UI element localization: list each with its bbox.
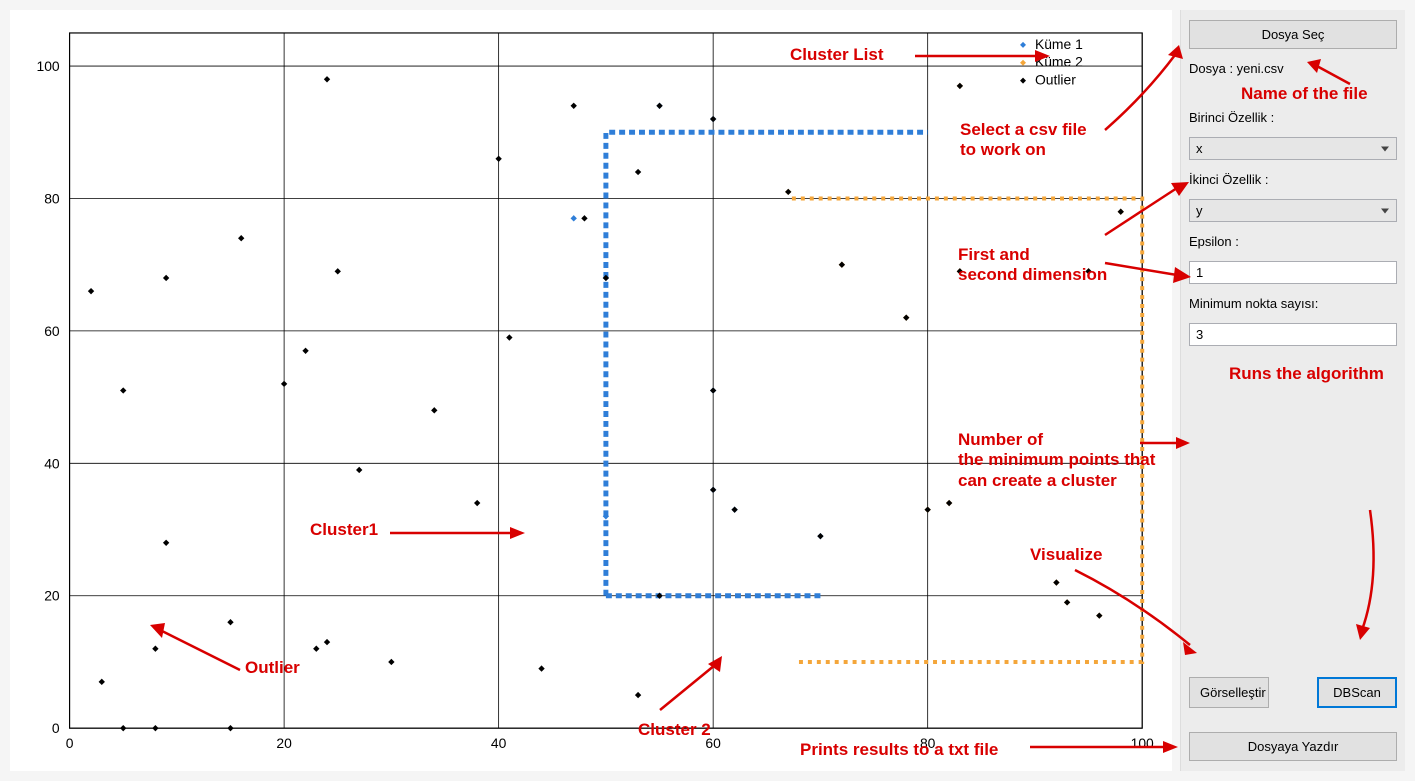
svg-text:40: 40 — [491, 735, 507, 751]
annot-first-second-dim: First andsecond dimension — [958, 245, 1107, 286]
annot-cluster1: Cluster1 — [310, 520, 378, 540]
svg-text:0: 0 — [52, 720, 60, 736]
svg-text:0: 0 — [66, 735, 74, 751]
feature2-label: İkinci Özellik : — [1189, 172, 1397, 187]
svg-text:Outlier: Outlier — [1035, 72, 1076, 88]
annot-name-of-file: Name of the file — [1241, 84, 1415, 104]
annot-runs-algo: Runs the algorithm — [1229, 364, 1415, 384]
minpts-label: Minimum nokta sayısı: — [1189, 296, 1397, 311]
svg-text:20: 20 — [276, 735, 292, 751]
feature1-select-wrap: x — [1189, 137, 1397, 160]
svg-text:40: 40 — [44, 455, 60, 471]
run-dbscan-button[interactable]: DBScan — [1317, 677, 1397, 708]
svg-text:20: 20 — [44, 588, 60, 604]
svg-text:100: 100 — [36, 58, 59, 74]
feature1-label: Birinci Özellik : — [1189, 110, 1397, 125]
svg-text:60: 60 — [44, 323, 60, 339]
svg-text:80: 80 — [44, 190, 60, 206]
epsilon-input[interactable] — [1189, 261, 1397, 284]
svg-text:Küme 2: Küme 2 — [1035, 54, 1083, 70]
chart-area: 020406080100020406080100Küme 1Küme 2Outl… — [10, 10, 1172, 771]
feature2-select[interactable]: y — [1189, 199, 1397, 222]
minpts-input[interactable] — [1189, 323, 1397, 346]
select-file-button[interactable]: Dosya Seç — [1189, 20, 1397, 49]
epsilon-label: Epsilon : — [1189, 234, 1397, 249]
svg-text:100: 100 — [1131, 735, 1154, 751]
svg-text:Küme 1: Küme 1 — [1035, 36, 1083, 52]
control-panel: Dosya Seç Dosya : yeni.csv Name of the f… — [1180, 10, 1405, 771]
file-name-label: Dosya : yeni.csv — [1189, 61, 1397, 76]
annot-visualize: Visualize — [1030, 545, 1102, 565]
annot-select-csv: Select a csv fileto work on — [960, 120, 1087, 161]
annot-cluster2: Cluster 2 — [638, 720, 711, 740]
feature1-select[interactable]: x — [1189, 137, 1397, 160]
print-file-button[interactable]: Dosyaya Yazdır — [1189, 732, 1397, 761]
visualize-button[interactable]: Görselleştir — [1189, 677, 1269, 708]
annot-outlier: Outlier — [245, 658, 300, 678]
annot-minpts: Number ofthe minimum points thatcan crea… — [958, 430, 1155, 491]
annot-print: Prints results to a txt file — [800, 740, 998, 760]
annot-cluster-list: Cluster List — [790, 45, 884, 65]
feature2-select-wrap: y — [1189, 199, 1397, 222]
